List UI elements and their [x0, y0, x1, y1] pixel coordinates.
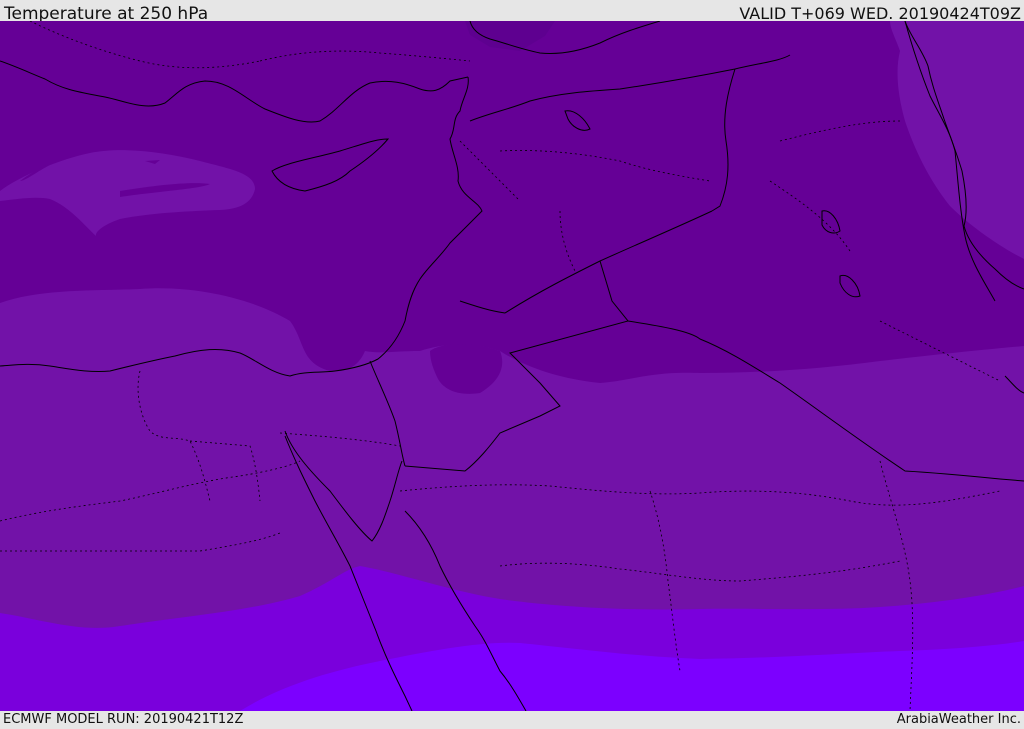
- temperature-map: [0, 21, 1024, 711]
- credit-label: ArabiaWeather Inc.: [896, 712, 1021, 727]
- model-run: ECMWF MODEL RUN: 20190421T12Z: [3, 712, 244, 727]
